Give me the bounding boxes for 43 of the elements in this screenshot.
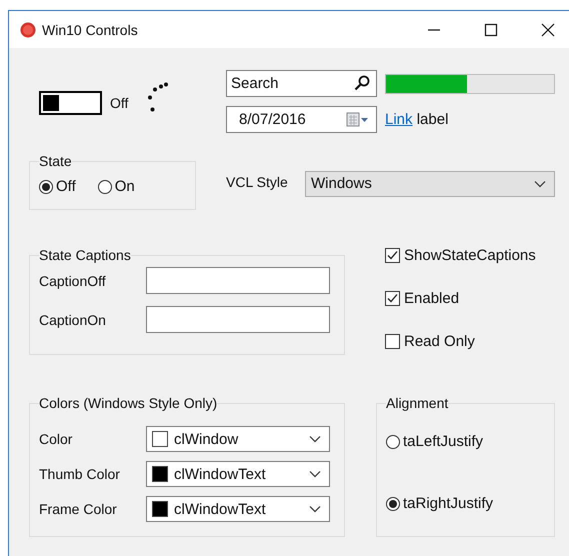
checkbox-option[interactable]: Enabled (385, 290, 536, 307)
chevron-down-icon (309, 435, 321, 443)
app-logo-icon (20, 22, 36, 38)
vcl-style-label: VCL Style (226, 174, 289, 190)
field-label: Color (39, 431, 74, 447)
field-label: Frame Color (39, 501, 118, 517)
group-title: Alignment (386, 395, 448, 411)
calendar-dropdown-icon (346, 112, 370, 128)
close-icon (541, 22, 555, 36)
field-label: Thumb Color (39, 466, 121, 482)
color-dropdown[interactable]: clWindowText (146, 496, 330, 522)
toggle-caption: Off (110, 95, 128, 111)
chevron-down-icon (309, 470, 321, 478)
group-title: Colors (Windows Style Only) (39, 395, 218, 411)
field-label: CaptionOn (39, 312, 107, 328)
radio-option[interactable]: taRightJustify (386, 495, 545, 512)
link-label-text: label (416, 111, 448, 128)
color-dropdown[interactable]: clWindowText (146, 461, 330, 487)
text-input-field[interactable] (146, 267, 330, 294)
text-input-field[interactable] (146, 306, 330, 333)
date-picker[interactable]: 8/07/2016 (226, 106, 377, 133)
window-title: Win10 Controls (42, 22, 138, 38)
checkmark-icon (386, 292, 399, 305)
vcl-style-dropdown[interactable]: Windows (305, 170, 555, 196)
field-label: CaptionOff (39, 272, 107, 288)
checkbox-option[interactable]: ShowStateCaptions (385, 247, 536, 264)
toggle-switch[interactable] (39, 91, 102, 115)
checkbox-option[interactable]: Read Only (385, 333, 536, 350)
search-icon (354, 75, 370, 91)
color-dropdown[interactable]: clWindow (146, 426, 330, 452)
chevron-down-icon (309, 505, 321, 513)
group-title: State (39, 153, 72, 169)
checkmark-icon (386, 249, 399, 262)
search-field[interactable]: Search (226, 70, 377, 97)
maximize-icon (484, 22, 498, 36)
radio-option[interactable]: taLeftJustify (386, 433, 545, 450)
radio-option[interactable]: On (98, 178, 135, 195)
minimize-icon (427, 28, 441, 30)
loading-spinner-icon (147, 82, 170, 112)
link[interactable]: Link (385, 111, 413, 128)
chevron-down-icon (534, 180, 546, 188)
radio-option[interactable]: Off (39, 178, 76, 195)
group-title: State Captions (39, 247, 131, 263)
